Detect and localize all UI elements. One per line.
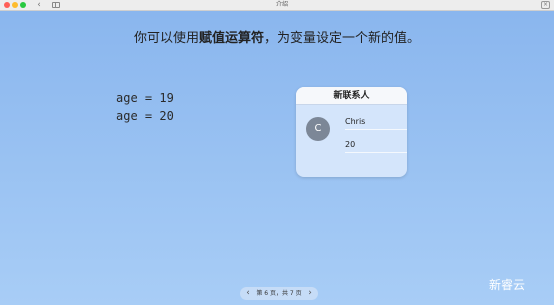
contact-card-title: 新联系人 [296,87,407,105]
code-line-2: age = 20 [116,109,174,123]
back-icon[interactable]: ‹ [34,0,44,10]
code-sample: age = 19 age = 20 [116,89,174,125]
close-window-button[interactable] [4,2,10,8]
code-line-1: age = 19 [116,91,174,105]
page-navigator: ‹ 第 6 页，共 7 页 › [240,287,318,300]
sidebar-toggle-icon[interactable] [52,2,60,8]
chevron-right-icon[interactable]: › [305,287,315,300]
heading-text-1: 你可以使用 [133,31,199,46]
page-indicator: 第 6 页，共 7 页 [256,290,302,297]
name-field[interactable]: Chris [345,116,407,130]
watermark: 新睿云 [489,278,526,292]
title-bar: ‹ 介绍 × [0,0,554,11]
close-icon[interactable]: × [541,1,550,9]
heading-bold-text: 赋值运算符 [198,31,264,46]
avatar: C [306,117,330,141]
chevron-left-icon[interactable]: ‹ [243,287,253,300]
age-field[interactable]: 20 [345,139,407,153]
heading-text-2: ，为变量设定一个新的值。 [264,31,421,46]
window-title: 介绍 [275,1,288,8]
zoom-window-button[interactable] [20,2,26,8]
page-content [0,11,554,305]
page-heading: 你可以使用赋值运算符，为变量设定一个新的值。 [120,29,434,49]
minimize-window-button[interactable] [12,2,18,8]
contact-card: 新联系人 C Chris 20 [296,87,407,177]
